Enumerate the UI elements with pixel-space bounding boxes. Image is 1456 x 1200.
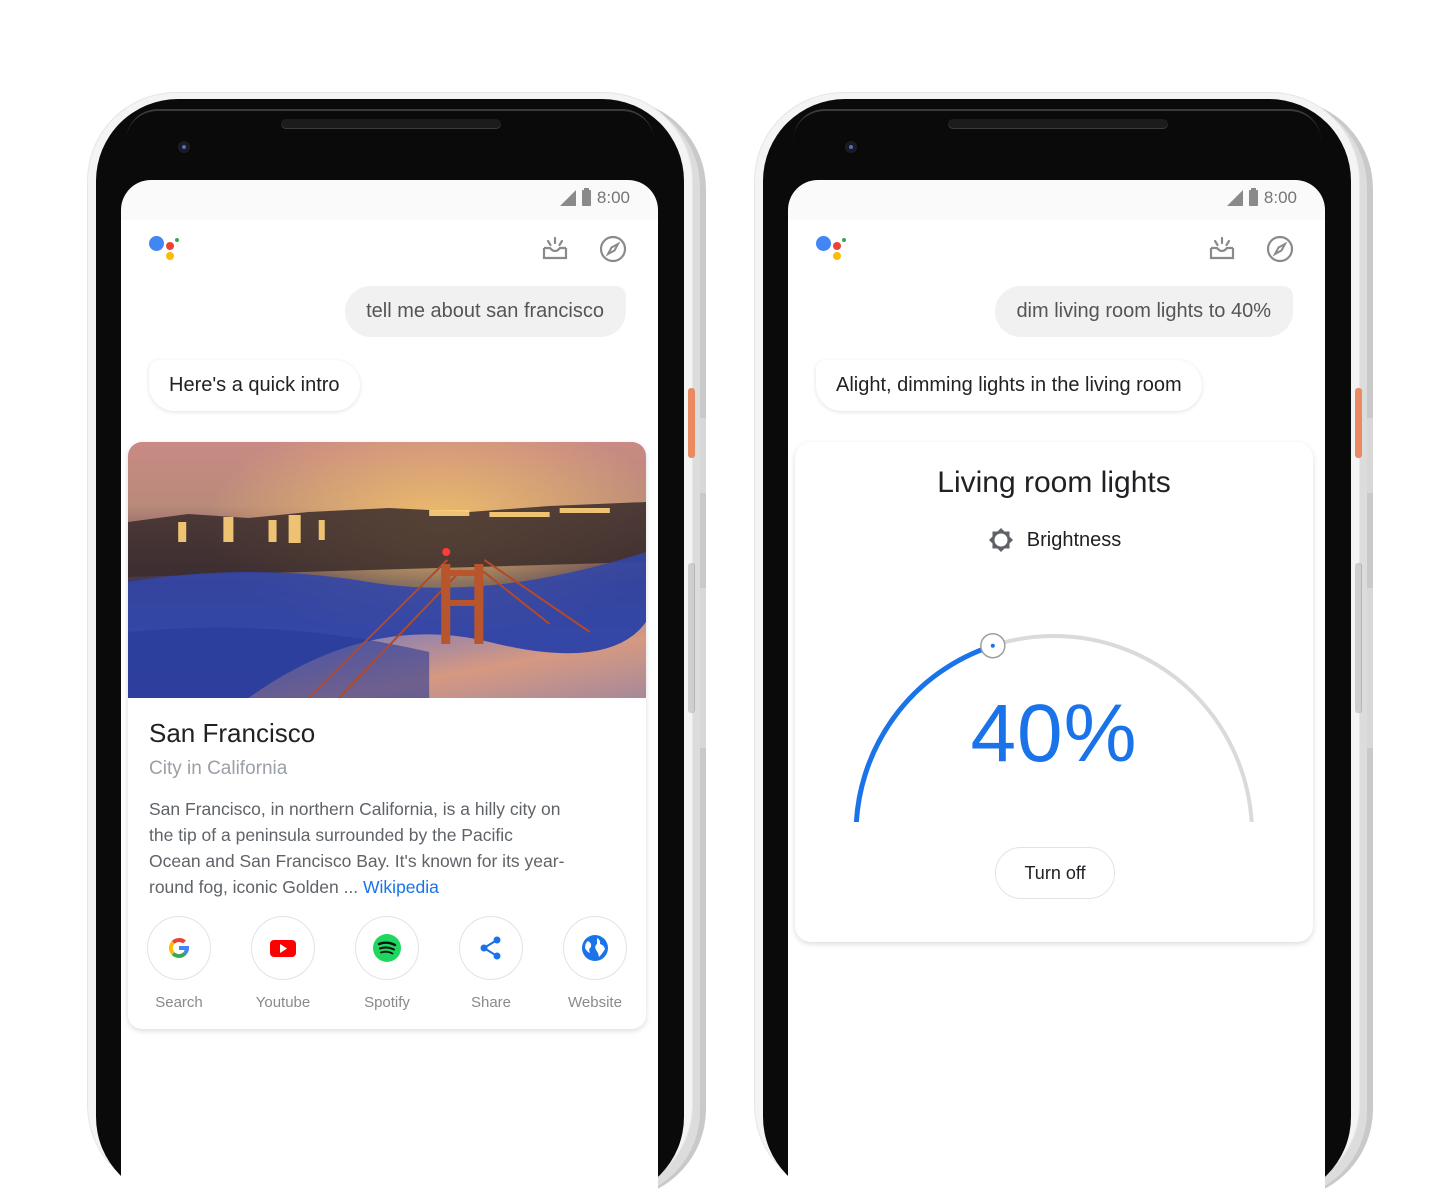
battery-icon (1248, 188, 1258, 206)
description-text: San Francisco, in northern California, i… (149, 799, 565, 897)
share-action[interactable]: Share (458, 916, 524, 1011)
website-action[interactable]: Website (562, 916, 628, 1011)
assistant-reply-bubble: Here's a quick intro (149, 360, 360, 411)
conversation: tell me about san francisco Here's a qui… (121, 276, 658, 1200)
screen: 8:00 dim living room lights to 40% Aligh… (788, 180, 1325, 1200)
share-action-label: Share (470, 994, 512, 1011)
spotify-icon (373, 934, 401, 962)
assistant-topbar (121, 220, 658, 276)
phone-right: 8:00 dim living room lights to 40% Aligh… (755, 93, 1375, 1200)
earpiece-speaker (948, 119, 1168, 129)
status-time: 8:00 (596, 188, 630, 207)
wikipedia-link[interactable]: Wikipedia (363, 877, 439, 897)
search-action[interactable]: Search (146, 916, 212, 1011)
youtube-action[interactable]: Youtube (250, 916, 316, 1011)
phone-side-edge (700, 588, 706, 748)
knowledge-card-subtitle: City in California (149, 758, 288, 779)
phone-left: 8:00 tell me about san francisco Here's … (88, 93, 708, 1200)
globe-icon (582, 935, 608, 961)
signal-icon (559, 190, 576, 206)
share-icon (480, 936, 501, 960)
knowledge-card[interactable]: San Francisco City in California San Fra… (128, 442, 646, 1029)
brightness-icon (988, 528, 1013, 552)
front-camera (845, 141, 857, 153)
phone-side-edge (700, 418, 706, 493)
brightness-label: Brightness (1026, 528, 1122, 551)
golden-gate-image (128, 442, 646, 698)
explore-compass-icon[interactable] (598, 234, 628, 264)
turn-off-button[interactable]: Turn off (995, 847, 1115, 899)
status-bar: 8:00 (559, 188, 630, 208)
google-icon (168, 937, 189, 958)
explore-compass-icon[interactable] (1265, 234, 1295, 264)
spotify-action[interactable]: Spotify (354, 916, 420, 1011)
lights-control-card: Living room lights Brightness 40% Turn o… (795, 442, 1313, 942)
power-button (688, 388, 695, 458)
user-query-bubble: dim living room lights to 40% (995, 286, 1293, 337)
user-query-bubble: tell me about san francisco (345, 286, 626, 337)
youtube-action-label: Youtube (255, 994, 311, 1011)
search-action-label: Search (155, 994, 203, 1011)
status-bar: 8:00 (1226, 188, 1297, 208)
earpiece-speaker (281, 119, 501, 129)
volume-button (688, 563, 695, 713)
screen: 8:00 tell me about san francisco Here's … (121, 180, 658, 1200)
youtube-icon (270, 940, 296, 957)
san-francisco-photo[interactable] (128, 442, 646, 698)
google-assistant-logo-icon (816, 232, 850, 266)
phone-side-edge (1367, 588, 1373, 748)
conversation: dim living room lights to 40% Alight, di… (788, 276, 1325, 1200)
google-assistant-logo-icon (149, 232, 183, 266)
power-button (1355, 388, 1362, 458)
volume-button (1355, 563, 1362, 713)
dial-thumb-dot (990, 643, 995, 648)
battery-icon (581, 188, 591, 206)
action-chips: Search Youtube Spotify Share Website (128, 900, 646, 1029)
status-time: 8:00 (1263, 188, 1297, 207)
brightness-value: 40% (970, 688, 1138, 779)
brightness-label-row: Brightness (795, 526, 1313, 554)
website-action-label: Website (568, 994, 622, 1011)
snapshot-tray-icon[interactable] (1207, 234, 1237, 264)
phone-side-edge (1367, 418, 1373, 493)
signal-icon (1226, 190, 1243, 206)
knowledge-card-title: San Francisco (149, 718, 316, 748)
assistant-topbar (788, 220, 1325, 276)
knowledge-card-description: San Francisco, in northern California, i… (149, 796, 569, 900)
spotify-action-label: Spotify (364, 994, 410, 1011)
lights-card-title: Living room lights (937, 466, 1171, 499)
snapshot-tray-icon[interactable] (540, 234, 570, 264)
front-camera (178, 141, 190, 153)
assistant-reply-bubble: Alight, dimming lights in the living roo… (816, 360, 1202, 411)
